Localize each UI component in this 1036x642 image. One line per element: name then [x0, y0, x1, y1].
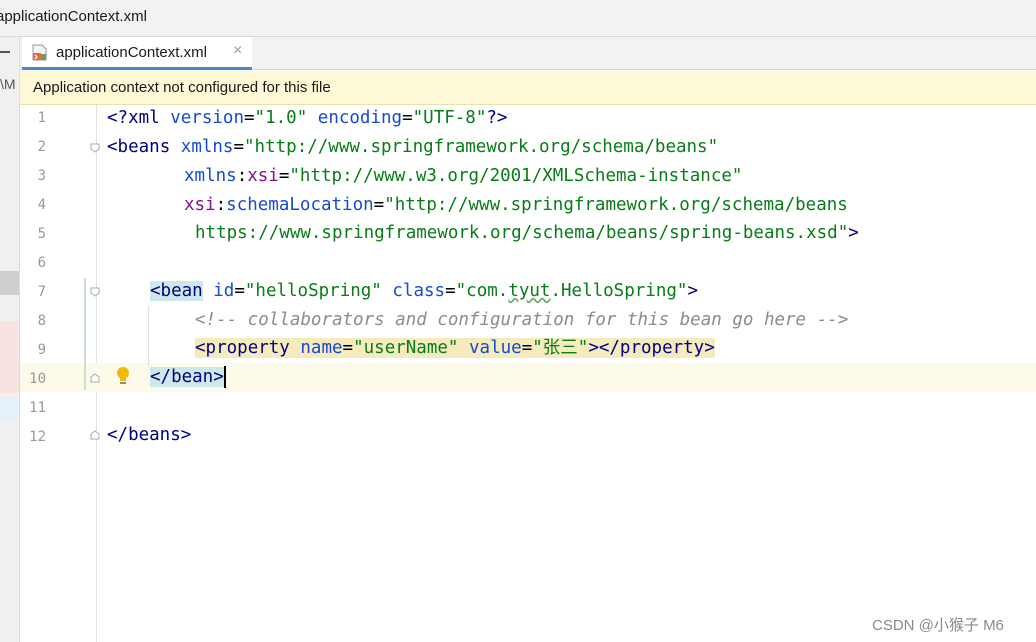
fold-close-icon[interactable] — [90, 373, 100, 383]
line-number: 2 — [37, 139, 46, 155]
fold-open-icon[interactable] — [90, 287, 100, 297]
error-tree-rows — [0, 321, 19, 393]
notification-banner: Application context not configured for t… — [20, 71, 1036, 105]
collapse-icon[interactable] — [0, 51, 10, 53]
tab-application-context[interactable]: applicationContext.xml × — [22, 37, 252, 70]
project-panel-edge[interactable]: \M — [0, 37, 20, 642]
project-path-fragment: \M — [0, 76, 16, 92]
highlight-tree-row — [0, 397, 19, 420]
close-icon[interactable]: × — [233, 42, 242, 60]
lightbulb-icon[interactable] — [116, 366, 130, 386]
text-caret — [223, 366, 226, 388]
indent-guide — [148, 306, 149, 366]
line-number: 4 — [37, 197, 46, 213]
line-number: 3 — [37, 168, 46, 184]
window-title: applicationContext.xml — [0, 8, 147, 25]
line-number: 5 — [37, 226, 46, 242]
code-line: <bean id="helloSpring" class="com.tyut.H… — [150, 281, 698, 301]
change-marker — [84, 278, 86, 390]
fold-open-icon[interactable] — [90, 143, 100, 153]
code-line: xsi:schemaLocation="http://www.springfra… — [184, 195, 848, 215]
line-number: 9 — [37, 342, 46, 358]
editor-tab-bar: applicationContext.xml × — [20, 37, 1036, 70]
code-line: <property name="userName" value="张三"></p… — [195, 338, 715, 358]
watermark: CSDN @小猴子 M6 — [872, 617, 1004, 634]
code-line: </beans> — [107, 425, 192, 445]
line-number: 8 — [37, 313, 46, 329]
tab-label: applicationContext.xml — [56, 44, 207, 61]
line-number: 7 — [37, 284, 46, 300]
line-number: 6 — [37, 255, 46, 271]
code-line: <beans xmlns="http://www.springframework… — [107, 137, 719, 157]
fold-close-icon[interactable] — [90, 430, 100, 440]
banner-message: Application context not configured for t… — [33, 79, 331, 96]
title-bar: applicationContext.xml — [0, 0, 1036, 37]
code-line: <!-- collaborators and configuration for… — [195, 310, 849, 330]
line-number: 1 — [37, 110, 46, 126]
line-number: 11 — [29, 400, 46, 416]
code-line: </bean> — [150, 366, 226, 388]
line-number: 10 — [29, 371, 46, 387]
code-line: https://www.springframework.org/schema/b… — [195, 223, 859, 243]
line-number: 12 — [29, 429, 46, 445]
selected-tree-row[interactable] — [0, 271, 19, 295]
xml-file-icon — [32, 44, 47, 61]
code-line: xmlns:xsi="http://www.w3.org/2001/XMLSch… — [184, 166, 743, 186]
code-line: <?xml version="1.0" encoding="UTF-8"?> — [107, 108, 508, 128]
